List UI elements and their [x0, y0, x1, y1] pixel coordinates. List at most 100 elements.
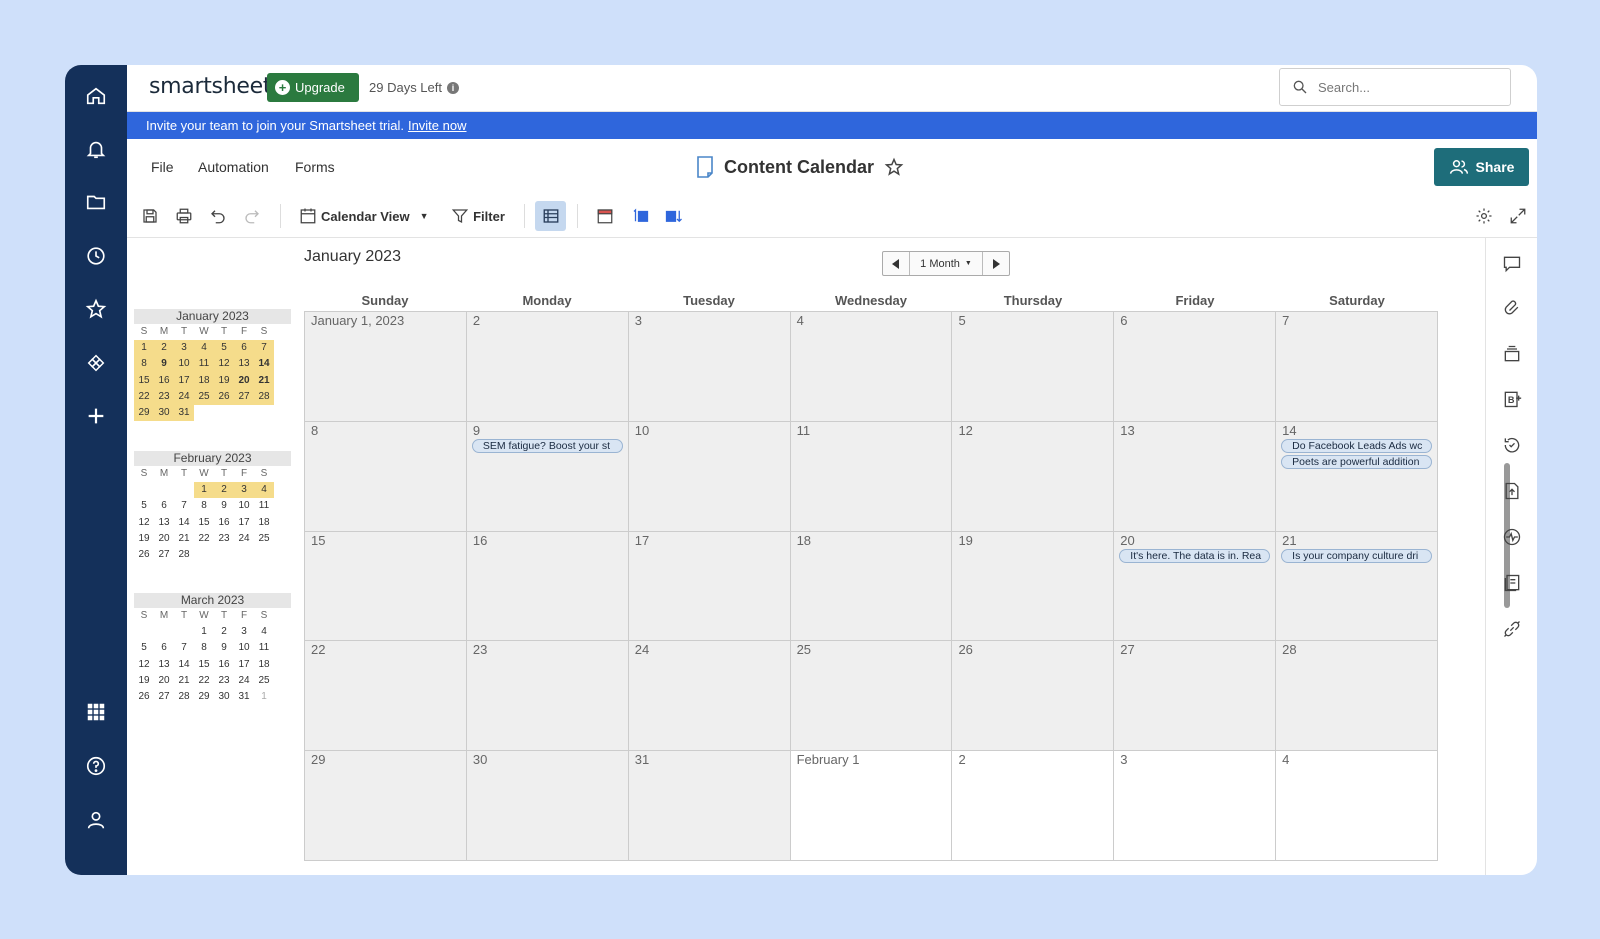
home-icon[interactable]: [81, 81, 111, 111]
mini-day[interactable]: 5: [134, 640, 154, 656]
mini-day[interactable]: 10: [234, 498, 254, 514]
mini-day[interactable]: 19: [134, 673, 154, 689]
filter-button[interactable]: Filter: [450, 201, 506, 231]
brandfolder-icon[interactable]: B: [1500, 387, 1524, 411]
calendar-day-cell[interactable]: 17: [628, 531, 791, 642]
mini-day[interactable]: 25: [194, 388, 214, 405]
calendar-day-cell[interactable]: 12: [952, 421, 1115, 532]
mini-day[interactable]: 5: [134, 498, 154, 514]
calendar-day-cell[interactable]: 21 Is your company culture dri: [1276, 531, 1439, 642]
mini-day[interactable]: 4: [254, 624, 274, 640]
calendar-day-cell[interactable]: 22: [305, 641, 467, 752]
calendar-event[interactable]: It's here. The data is in. Rea: [1119, 548, 1271, 563]
mini-day[interactable]: 20: [234, 372, 254, 389]
mini-day[interactable]: 14: [174, 657, 194, 673]
mini-day[interactable]: 9: [214, 640, 234, 656]
mini-day[interactable]: 28: [254, 388, 274, 405]
mini-day[interactable]: 24: [234, 673, 254, 689]
today-calendar-icon[interactable]: [594, 201, 616, 231]
redo-icon[interactable]: [241, 201, 263, 231]
mini-day[interactable]: 27: [154, 547, 174, 563]
calendar-day-cell[interactable]: 14 Do Facebook Leads Ads wc Poets are powe…: [1276, 421, 1439, 532]
mini-day[interactable]: 26: [214, 388, 234, 405]
mini-day[interactable]: 3: [234, 482, 254, 499]
mini-calendar-title[interactable]: January 2023: [134, 309, 291, 324]
mini-day[interactable]: 15: [134, 372, 154, 389]
mini-day[interactable]: 21: [254, 372, 274, 389]
calendar-day-cell[interactable]: 8: [305, 421, 467, 532]
calendar-day-cell[interactable]: 13: [1114, 421, 1277, 532]
mini-day[interactable]: 13: [154, 657, 174, 673]
mini-day[interactable]: 13: [234, 356, 254, 373]
mini-day[interactable]: 15: [194, 657, 214, 673]
activity-log-icon[interactable]: [1500, 433, 1524, 457]
mini-day[interactable]: 18: [254, 657, 274, 673]
mini-day[interactable]: 7: [174, 498, 194, 514]
search-input[interactable]: [1318, 79, 1488, 95]
calendar-day-cell[interactable]: 26: [952, 641, 1115, 752]
calendar-day-cell[interactable]: 2: [952, 751, 1115, 861]
mini-day[interactable]: 18: [194, 372, 214, 389]
mini-day[interactable]: 20: [154, 531, 174, 547]
mini-day[interactable]: 19: [134, 531, 154, 547]
calendar-day-cell[interactable]: January 1, 2023: [305, 312, 467, 422]
solutions-icon[interactable]: [81, 348, 111, 378]
folder-icon[interactable]: [81, 187, 111, 217]
mini-day[interactable]: 22: [194, 531, 214, 547]
calendar-day-cell[interactable]: 23: [466, 641, 629, 752]
calendar-day-cell[interactable]: 3: [628, 312, 791, 422]
calendar-day-cell[interactable]: 20 It's here. The data is in. Rea: [1114, 531, 1277, 642]
mini-day[interactable]: 11: [194, 356, 214, 373]
mini-day[interactable]: 17: [234, 515, 254, 531]
settings-gear-icon[interactable]: [1473, 201, 1495, 231]
previous-period-button[interactable]: [883, 252, 909, 275]
mini-calendar-title[interactable]: March 2023: [134, 593, 291, 608]
calendar-day-cell[interactable]: February 1: [790, 751, 953, 861]
mini-day[interactable]: 9: [214, 498, 234, 514]
calendar-day-cell[interactable]: 7: [1276, 312, 1439, 422]
clock-icon[interactable]: [81, 241, 111, 271]
search-box[interactable]: [1279, 68, 1511, 106]
proofing-icon[interactable]: [1500, 342, 1524, 366]
calendar-event[interactable]: Do Facebook Leads Ads wc: [1281, 438, 1433, 453]
favorite-star-icon[interactable]: [884, 157, 904, 177]
smartsheet-logo[interactable]: smartsheet: [149, 74, 271, 99]
print-icon[interactable]: [173, 201, 195, 231]
mini-day[interactable]: 23: [214, 673, 234, 689]
mini-day[interactable]: 29: [134, 404, 154, 422]
mini-day[interactable]: 28: [174, 689, 194, 705]
share-button[interactable]: Share: [1434, 148, 1529, 186]
document-title[interactable]: Content Calendar: [724, 157, 874, 178]
mini-day[interactable]: 1: [194, 482, 214, 499]
mini-day[interactable]: 14: [254, 356, 274, 373]
plus-icon[interactable]: [81, 401, 111, 431]
menu-file[interactable]: File: [151, 159, 174, 175]
calendar-day-cell[interactable]: 11: [790, 421, 953, 532]
period-select[interactable]: 1 Month ▼: [909, 252, 983, 275]
mini-day[interactable]: 7: [254, 340, 274, 357]
mini-day[interactable]: 8: [194, 498, 214, 514]
mini-day[interactable]: 25: [254, 673, 274, 689]
mini-day[interactable]: 28: [174, 547, 194, 563]
pulse-icon[interactable]: [1500, 525, 1524, 549]
upload-file-icon[interactable]: [1500, 479, 1524, 503]
connections-icon[interactable]: [1500, 617, 1524, 641]
user-icon[interactable]: [81, 805, 111, 835]
mini-day[interactable]: 2: [214, 624, 234, 640]
mini-day[interactable]: 11: [254, 640, 274, 656]
mini-day[interactable]: 16: [214, 515, 234, 531]
mini-day[interactable]: 16: [154, 372, 174, 389]
mini-day[interactable]: 1: [254, 689, 274, 705]
attachment-icon[interactable]: [1500, 296, 1524, 320]
mini-day[interactable]: 3: [234, 624, 254, 640]
mini-day[interactable]: 26: [134, 547, 154, 563]
mini-day[interactable]: 21: [174, 531, 194, 547]
upgrade-button[interactable]: + Upgrade: [267, 73, 359, 102]
calendar-day-cell[interactable]: 5: [952, 312, 1115, 422]
mini-day[interactable]: 25: [254, 531, 274, 547]
calendar-day-cell[interactable]: 10: [628, 421, 791, 532]
menu-forms[interactable]: Forms: [295, 159, 335, 175]
mini-day[interactable]: 2: [154, 340, 174, 357]
start-date-icon[interactable]: [628, 201, 652, 231]
mini-day[interactable]: 12: [134, 515, 154, 531]
